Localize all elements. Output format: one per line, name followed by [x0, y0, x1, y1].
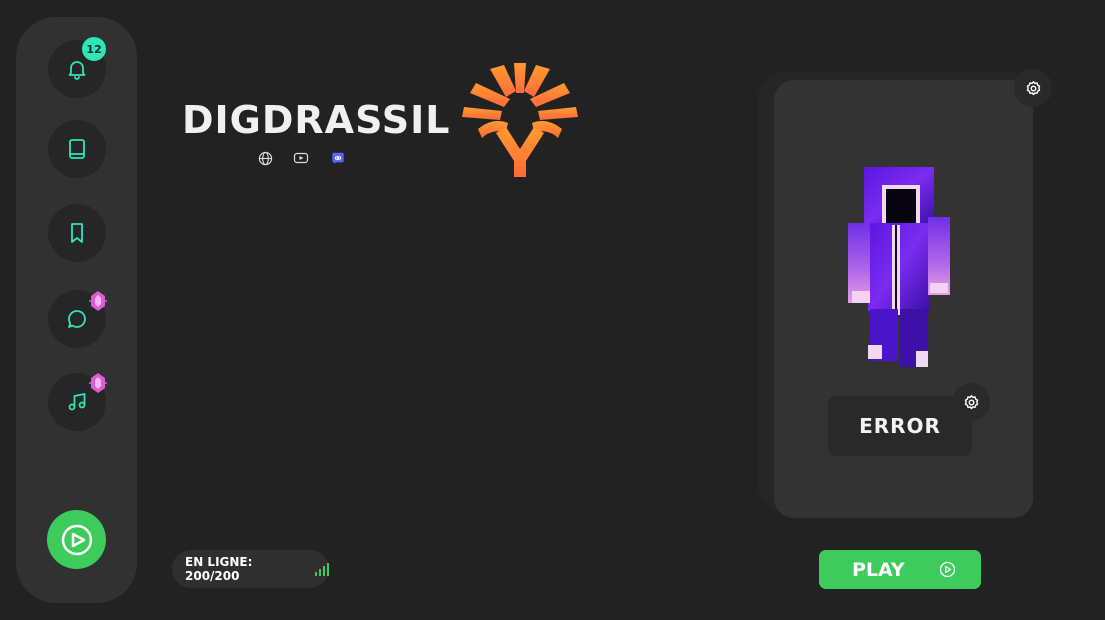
youtube-link[interactable] — [293, 150, 309, 166]
chat-bubble-icon — [68, 310, 86, 328]
youtube-icon — [293, 152, 309, 164]
play-button[interactable]: PLAY — [819, 550, 981, 589]
player-skin-icon — [848, 167, 950, 367]
globe-icon — [258, 151, 272, 165]
sidebar-play-button[interactable] — [47, 510, 106, 569]
discord-link[interactable] — [330, 150, 346, 166]
signal-bars-icon — [315, 562, 329, 576]
notification-count-badge: 12 — [82, 37, 106, 61]
card-settings-button[interactable] — [1014, 69, 1052, 107]
website-link[interactable] — [257, 150, 273, 166]
music-note-icon — [68, 393, 86, 411]
play-circle-icon — [61, 524, 92, 555]
username-settings-button[interactable] — [952, 383, 990, 421]
gear-icon — [964, 394, 978, 409]
play-circle-icon — [939, 561, 956, 578]
gem-icon — [89, 291, 107, 311]
sidebar-item-library[interactable] — [48, 120, 106, 178]
book-icon — [69, 139, 85, 159]
gem-icon — [89, 373, 107, 393]
online-status-pill: EN LIGNE: 200/200 — [172, 550, 329, 588]
online-count: EN LIGNE: 200/200 — [185, 555, 253, 583]
gear-icon — [1026, 80, 1040, 95]
play-button-label: PLAY — [852, 558, 905, 581]
server-title: DIGDRASSIL — [182, 98, 451, 142]
bookmark-icon — [71, 223, 83, 243]
sidebar: 12 — [16, 17, 137, 603]
yggdrasil-tree-logo — [462, 63, 578, 177]
sidebar-item-bookmarks[interactable] — [48, 204, 106, 262]
bell-icon — [68, 61, 86, 80]
discord-icon — [332, 152, 344, 165]
username-box: ERROR — [828, 396, 972, 456]
username-label: ERROR — [859, 414, 941, 438]
